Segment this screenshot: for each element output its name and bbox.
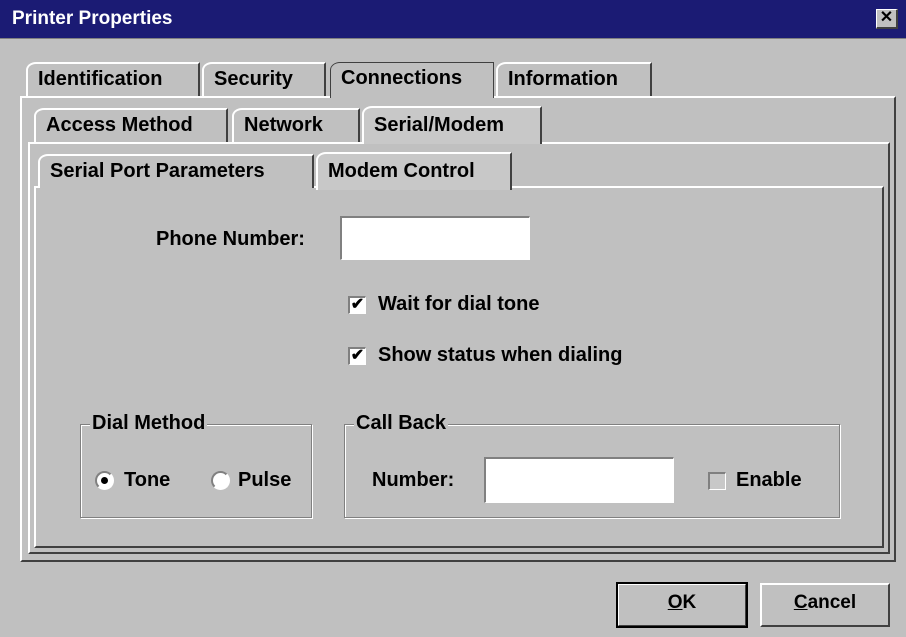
show-status-checkbox[interactable]: ✔ [348, 347, 366, 365]
callback-enable-checkbox[interactable] [708, 472, 726, 490]
wait-dial-tone-label: Wait for dial tone [378, 293, 540, 315]
title-bar: Printer Properties ✕ [0, 0, 906, 39]
tab-serial-modem[interactable]: Serial/Modem [362, 106, 542, 144]
callback-enable-label: Enable [736, 469, 802, 491]
check-icon: ✔ [350, 296, 365, 313]
dial-method-title: Dial Method [90, 412, 208, 435]
pulse-label: Pulse [238, 469, 292, 491]
window-title: Printer Properties [12, 8, 173, 29]
tab-serial-port-parameters[interactable]: Serial Port Parameters [38, 154, 314, 188]
close-button[interactable]: ✕ [876, 9, 898, 29]
tab-information[interactable]: Information [496, 62, 652, 96]
close-icon: ✕ [879, 9, 894, 26]
tab-modem-control[interactable]: Modem Control [316, 152, 512, 190]
tab-network[interactable]: Network [232, 108, 360, 142]
phone-number-input[interactable] [340, 216, 530, 260]
tab-access-method[interactable]: Access Method [34, 108, 228, 142]
callback-number-label: Number: [372, 469, 455, 491]
cancel-button[interactable]: Cancel [760, 583, 890, 627]
ok-button[interactable]: OK [616, 582, 748, 628]
pulse-radio[interactable] [211, 471, 230, 490]
wait-dial-tone-checkbox[interactable]: ✔ [348, 296, 366, 314]
radio-selected-dot [101, 477, 108, 484]
tab-security[interactable]: Security [202, 62, 326, 96]
callback-number-input[interactable] [484, 457, 674, 503]
tab-connections[interactable]: Connections [330, 62, 494, 98]
tone-label: Tone [124, 469, 171, 491]
phone-number-label: Phone Number: [156, 228, 305, 250]
call-back-title: Call Back [354, 412, 449, 435]
check-icon: ✔ [350, 347, 365, 364]
tone-radio[interactable] [95, 471, 114, 490]
tab-identification[interactable]: Identification [26, 62, 200, 96]
show-status-label: Show status when dialing [378, 344, 623, 366]
